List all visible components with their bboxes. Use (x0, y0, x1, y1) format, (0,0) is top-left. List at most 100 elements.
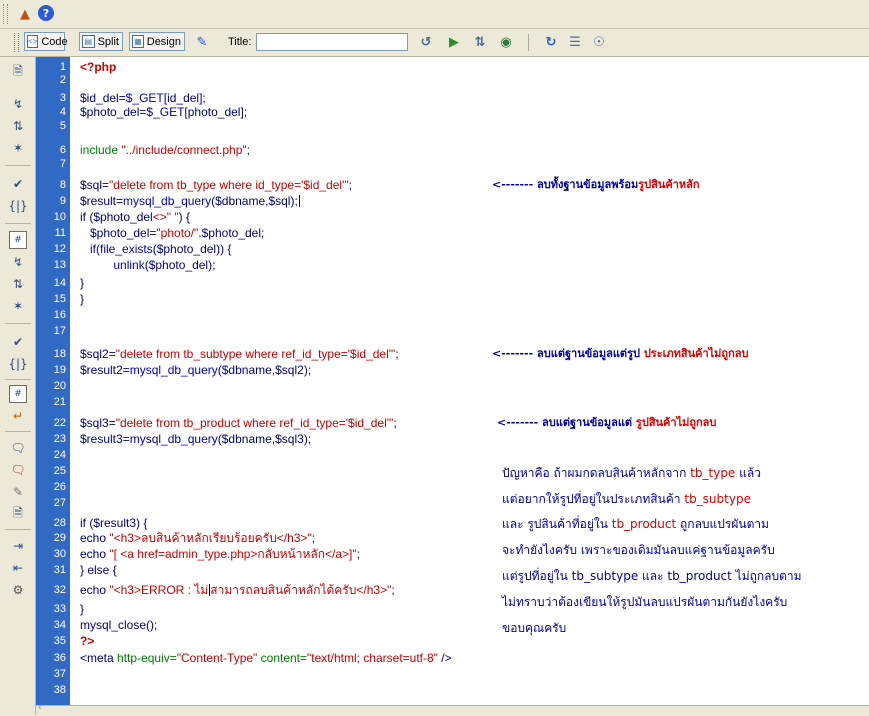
line-number[interactable]: 13 (36, 258, 66, 272)
line-number[interactable]: 38 (36, 683, 66, 697)
line-number[interactable]: 25 (36, 464, 66, 478)
line-number[interactable]: 24 (36, 448, 66, 462)
select-parent-tag-icon[interactable]: ✔ (9, 175, 27, 193)
highlight-invalid-code-icon[interactable]: ↯ (9, 253, 27, 271)
line-number[interactable]: 6 (36, 143, 66, 157)
title-input[interactable] (256, 33, 408, 51)
line-number[interactable]: 32 (36, 583, 66, 597)
balance-braces-icon[interactable]: {|} (8, 197, 27, 215)
line-number[interactable]: 30 (36, 547, 66, 561)
line-number[interactable]: 21 (36, 395, 66, 409)
code-token: http-equiv= (117, 651, 177, 665)
expand-all-icon[interactable]: ✶ (9, 139, 27, 157)
line-number[interactable]: 34 (36, 618, 66, 632)
help-icon[interactable]: ? (38, 5, 54, 21)
toolbar-grip[interactable] (14, 33, 19, 52)
code-line-12: if(file_exists($photo_del)) { (80, 242, 231, 256)
view-options-icon[interactable]: ☰ (566, 33, 584, 51)
line-number[interactable]: 33 (36, 602, 66, 616)
reload-icon[interactable]: ↻ (542, 33, 560, 51)
toolbar-grip[interactable] (3, 4, 8, 24)
line-number[interactable]: 16 (36, 308, 66, 322)
balance-braces-icon-2[interactable]: {|} (8, 355, 27, 373)
outdent-code-icon[interactable]: ⇤ (9, 559, 27, 577)
file-management-icon[interactable]: ↺ (417, 33, 435, 51)
line-number[interactable]: 15 (36, 292, 66, 306)
split-view-button[interactable]: ▤ Split (79, 32, 123, 51)
line-numbers-icon[interactable]: # (9, 231, 27, 249)
line-number[interactable]: 36 (36, 651, 66, 665)
code-line-9: $result=mysql_db_query($dbname,$sql); (80, 194, 300, 208)
format-source-icon[interactable]: ⚙ (9, 581, 27, 599)
line-number[interactable]: 37 (36, 667, 66, 681)
line-number[interactable]: 14 (36, 276, 66, 290)
line-number[interactable]: 12 (36, 242, 66, 256)
code-token: $result= (80, 194, 124, 208)
indent-code-icon[interactable]: ⇥ (9, 537, 27, 555)
line-number[interactable]: 1 (36, 60, 66, 74)
line-number[interactable]: 7 (36, 157, 66, 171)
code-editor[interactable]: <?php $id_del=$_GET[id_del]; $photo_del=… (70, 57, 869, 705)
php-close-tag: ?> (80, 634, 95, 648)
question-text: แต่รูปที่อยู่ใน tb_subtype และ tb_produc… (502, 569, 802, 583)
line-number[interactable]: 18 (36, 347, 66, 361)
live-data-icon[interactable]: ✎ (193, 33, 211, 51)
line-number[interactable]: 17 (36, 324, 66, 338)
house-icon[interactable]: ▲ (16, 5, 34, 23)
annotation-text: <------- ลบแต่ฐานข้อมูลแต่ (497, 416, 636, 429)
line-number[interactable]: 4 (36, 105, 66, 119)
code-token: mysql_close(); (80, 618, 158, 632)
apply-comment-icon[interactable]: 🗨 (9, 439, 27, 457)
question-text: จะทำยังไงครับ เพราะของเดิมมันลบแค่ฐานข้อ… (502, 543, 775, 557)
line-number[interactable]: 22 (36, 416, 66, 430)
line-numbers-icon-2[interactable]: # (9, 385, 27, 403)
line-number[interactable]: 11 (36, 226, 66, 240)
line-number[interactable]: 29 (36, 531, 66, 545)
line-number[interactable]: 2 (36, 73, 66, 87)
line-number[interactable]: 35 (36, 634, 66, 648)
toolbar-separator (528, 34, 529, 51)
line-number[interactable]: 3 (36, 91, 66, 105)
wrap-tag-icon[interactable]: ✎ (9, 483, 27, 501)
question-text: ขอบคุณครับ (502, 621, 567, 635)
line-number[interactable]: 31 (36, 563, 66, 577)
collapse-selection-icon[interactable]: ⇅ (9, 117, 27, 135)
line-number[interactable]: 19 (36, 363, 66, 377)
syntax-coloring-icon[interactable]: ⇅ (9, 275, 27, 293)
code-token: $sql3= (80, 416, 116, 430)
line-number[interactable]: 27 (36, 496, 66, 510)
collapse-tag-icon[interactable]: ↯ (9, 95, 27, 113)
code-token: ) { (178, 210, 190, 224)
line-number[interactable]: 5 (36, 119, 66, 133)
open-documents-icon[interactable]: 🗎 (9, 63, 27, 81)
toolbar-divider (5, 379, 31, 380)
horizontal-scrollbar[interactable]: ‹ (36, 703, 869, 716)
select-parent-tag-icon-2[interactable]: ✔ (9, 333, 27, 351)
line-number[interactable]: 8 (36, 178, 66, 192)
line-number[interactable]: 9 (36, 194, 66, 208)
code-token: unlink (113, 258, 145, 272)
code-token: ($photo_del)) { (152, 242, 232, 256)
code-line-1: <?php (80, 60, 116, 74)
code-line-29: echo "<h3>ลบสินค้าหลักเรียบร้อยครับ</h3>… (80, 531, 315, 545)
recent-snippets-icon[interactable]: 🗎 (9, 505, 27, 523)
refresh-design-icon[interactable]: ⇅ (471, 33, 489, 51)
line-number[interactable]: 23 (36, 432, 66, 446)
remove-comment-icon[interactable]: 🗨 (9, 461, 27, 479)
code-token: ($dbname,$sql3); (217, 432, 312, 446)
line-number[interactable]: 28 (36, 516, 66, 530)
code-line-8: $sql="delete from tb_type where id_type=… (80, 178, 352, 192)
preview-in-browser-icon[interactable]: ▶ (445, 33, 463, 51)
code-token: echo (80, 547, 110, 561)
line-number[interactable]: 20 (36, 379, 66, 393)
design-view-button[interactable]: ▦ Design (129, 32, 185, 51)
line-number[interactable]: 26 (36, 480, 66, 494)
code-token: mysql_db_query (129, 432, 218, 446)
visual-aids-icon[interactable]: ☉ (590, 33, 608, 51)
code-view-button[interactable]: <> Code (24, 32, 68, 51)
globe-icon[interactable]: ◉ (497, 33, 515, 51)
line-number[interactable]: 10 (36, 210, 66, 224)
scroll-left-icon[interactable]: ‹ (38, 703, 42, 713)
auto-indent-icon[interactable]: ✶ (9, 297, 27, 315)
word-wrap-icon[interactable]: ↵ (9, 407, 27, 425)
